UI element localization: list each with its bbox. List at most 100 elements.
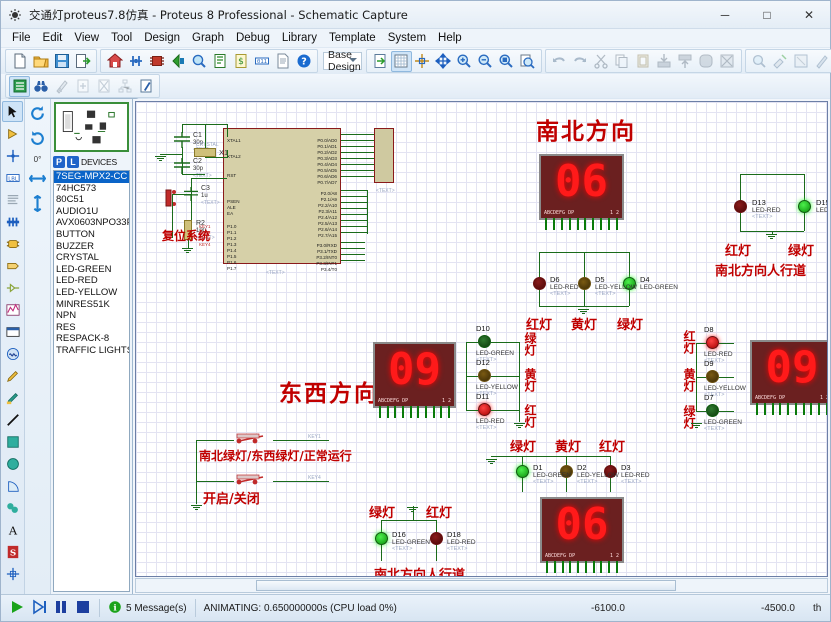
step-icon[interactable] (31, 599, 47, 618)
play-icon[interactable] (9, 599, 25, 618)
bill-icon[interactable]: $ (230, 51, 251, 72)
subcircuit-icon[interactable] (2, 233, 23, 254)
led-D8[interactable] (706, 336, 719, 349)
list-item[interactable]: TRAFFIC LIGHTS (54, 345, 129, 357)
reset-button[interactable] (164, 188, 178, 213)
block-delete-icon[interactable] (717, 51, 738, 72)
pause-icon[interactable] (53, 599, 69, 618)
list-item[interactable]: CRYSTAL (54, 252, 129, 264)
schematic-icon[interactable] (125, 51, 146, 72)
junction-dot-icon[interactable] (2, 145, 23, 166)
list-item[interactable]: BUZZER (54, 241, 129, 253)
block-move-icon[interactable] (675, 51, 696, 72)
netlist-icon[interactable] (9, 75, 30, 97)
menu-tool[interactable]: Tool (105, 30, 138, 46)
menu-graph[interactable]: Graph (186, 30, 230, 46)
scrollbar-thumb[interactable] (256, 580, 676, 591)
list-item[interactable]: LED-RED (54, 275, 129, 287)
binoculars-icon[interactable] (30, 76, 51, 97)
mirror-vertical-icon[interactable] (27, 193, 48, 214)
list-item[interactable]: 7SEG-MPX2-CC (54, 171, 129, 183)
header-connector[interactable] (374, 128, 394, 183)
marker-icon[interactable] (2, 563, 23, 584)
led-D1[interactable] (516, 465, 529, 478)
voltage-probe-icon[interactable] (2, 365, 23, 386)
menu-help[interactable]: Help (432, 30, 468, 46)
remove-sheet-icon[interactable] (93, 76, 114, 97)
led-D10[interactable] (478, 335, 491, 348)
tape-recorder-icon[interactable] (2, 321, 23, 342)
led-D15[interactable] (798, 200, 811, 213)
graph-icon[interactable] (2, 299, 23, 320)
maximize-button[interactable]: □ (746, 1, 788, 29)
list-item[interactable]: AVX0603NPO33P (54, 217, 129, 229)
mcu-80c51[interactable]: XTAL1 XTAL2 RST PSEN ALE EA P1.0 P1.1 P1… (223, 128, 341, 272)
stop-icon[interactable] (75, 599, 91, 618)
generator-icon[interactable] (2, 343, 23, 364)
redo-icon[interactable] (570, 51, 591, 72)
menu-edit[interactable]: Edit (37, 30, 69, 46)
bom-icon[interactable] (209, 51, 230, 72)
text-icon[interactable]: A (2, 519, 23, 540)
code-icon[interactable]: 011 (251, 51, 272, 72)
selection-mode-icon[interactable] (2, 101, 23, 122)
search-design-icon[interactable] (188, 51, 209, 72)
circle-icon[interactable] (2, 453, 23, 474)
terminal-icon[interactable] (2, 255, 23, 276)
zoom-out-icon[interactable] (475, 51, 496, 72)
add-sheet-icon[interactable] (72, 76, 93, 97)
save-icon[interactable] (51, 51, 72, 72)
list-item[interactable]: 80C51 (54, 194, 129, 206)
message-count[interactable]: 5 Message(s) (126, 603, 187, 614)
crystal-x1[interactable] (194, 148, 216, 157)
led-D18[interactable] (430, 532, 443, 545)
pcb-icon[interactable] (146, 51, 167, 72)
list-item[interactable]: BUTTON (54, 229, 129, 241)
horizontal-scrollbar[interactable] (135, 578, 828, 593)
report-icon[interactable] (272, 51, 293, 72)
rotate-clockwise-icon[interactable] (27, 103, 48, 124)
list-item[interactable]: 74HC573 (54, 183, 129, 195)
device-pin-icon[interactable] (2, 277, 23, 298)
origin-icon[interactable] (412, 51, 433, 72)
refresh-icon[interactable] (370, 51, 391, 72)
led-D6[interactable] (533, 277, 546, 290)
zoom-in-icon[interactable] (454, 51, 475, 72)
ew-countdown-display[interactable]: 09 ABCDEFG DP 1 2 (373, 342, 456, 418)
menu-view[interactable]: View (68, 30, 105, 46)
rotate-counterclockwise-icon[interactable] (27, 128, 48, 149)
zoom-area-icon[interactable] (496, 51, 517, 72)
component-mode-icon[interactable] (2, 123, 23, 144)
block-copy-icon[interactable] (654, 51, 675, 72)
led-D9[interactable] (706, 370, 719, 383)
design-explorer-icon[interactable] (791, 51, 812, 72)
menu-file[interactable]: File (6, 30, 37, 46)
line-icon[interactable] (2, 409, 23, 430)
list-item[interactable]: AUDIO1U (54, 206, 129, 218)
edit-icon[interactable] (135, 76, 156, 97)
capacitor-c3[interactable] (184, 187, 198, 206)
current-probe-icon[interactable] (2, 387, 23, 408)
undo-icon[interactable] (549, 51, 570, 72)
property-assign-icon[interactable] (770, 51, 791, 72)
menu-design[interactable]: Design (138, 30, 186, 46)
schematic-canvas[interactable]: XTAL1 XTAL2 RST PSEN ALE EA P1.0 P1.1 P1… (135, 101, 828, 577)
list-item[interactable]: MINRES51K (54, 299, 129, 311)
device-list[interactable]: 7SEG-MPX2-CC 74HC573 80C51 AUDIO1U AVX06… (53, 170, 130, 592)
help-icon[interactable]: ? (293, 51, 314, 72)
pick-device-icon[interactable] (749, 51, 770, 72)
autoplace-icon[interactable]: A (51, 76, 72, 97)
zoom-fit-icon[interactable] (517, 51, 538, 72)
led-D16[interactable] (375, 532, 388, 545)
menu-library[interactable]: Library (276, 30, 323, 46)
p-badge[interactable]: P (53, 156, 65, 168)
close-button[interactable]: ✕ (788, 1, 830, 29)
list-item[interactable]: RESPACK-8 (54, 333, 129, 345)
3d-view-icon[interactable] (167, 51, 188, 72)
led-D13[interactable] (734, 200, 747, 213)
path-icon[interactable] (2, 497, 23, 518)
new-file-icon[interactable] (9, 51, 30, 72)
ew-right-countdown-display[interactable]: 09 ABCDEFG DP 1 2 (750, 340, 827, 415)
cut-icon[interactable] (591, 51, 612, 72)
menu-debug[interactable]: Debug (230, 30, 276, 46)
